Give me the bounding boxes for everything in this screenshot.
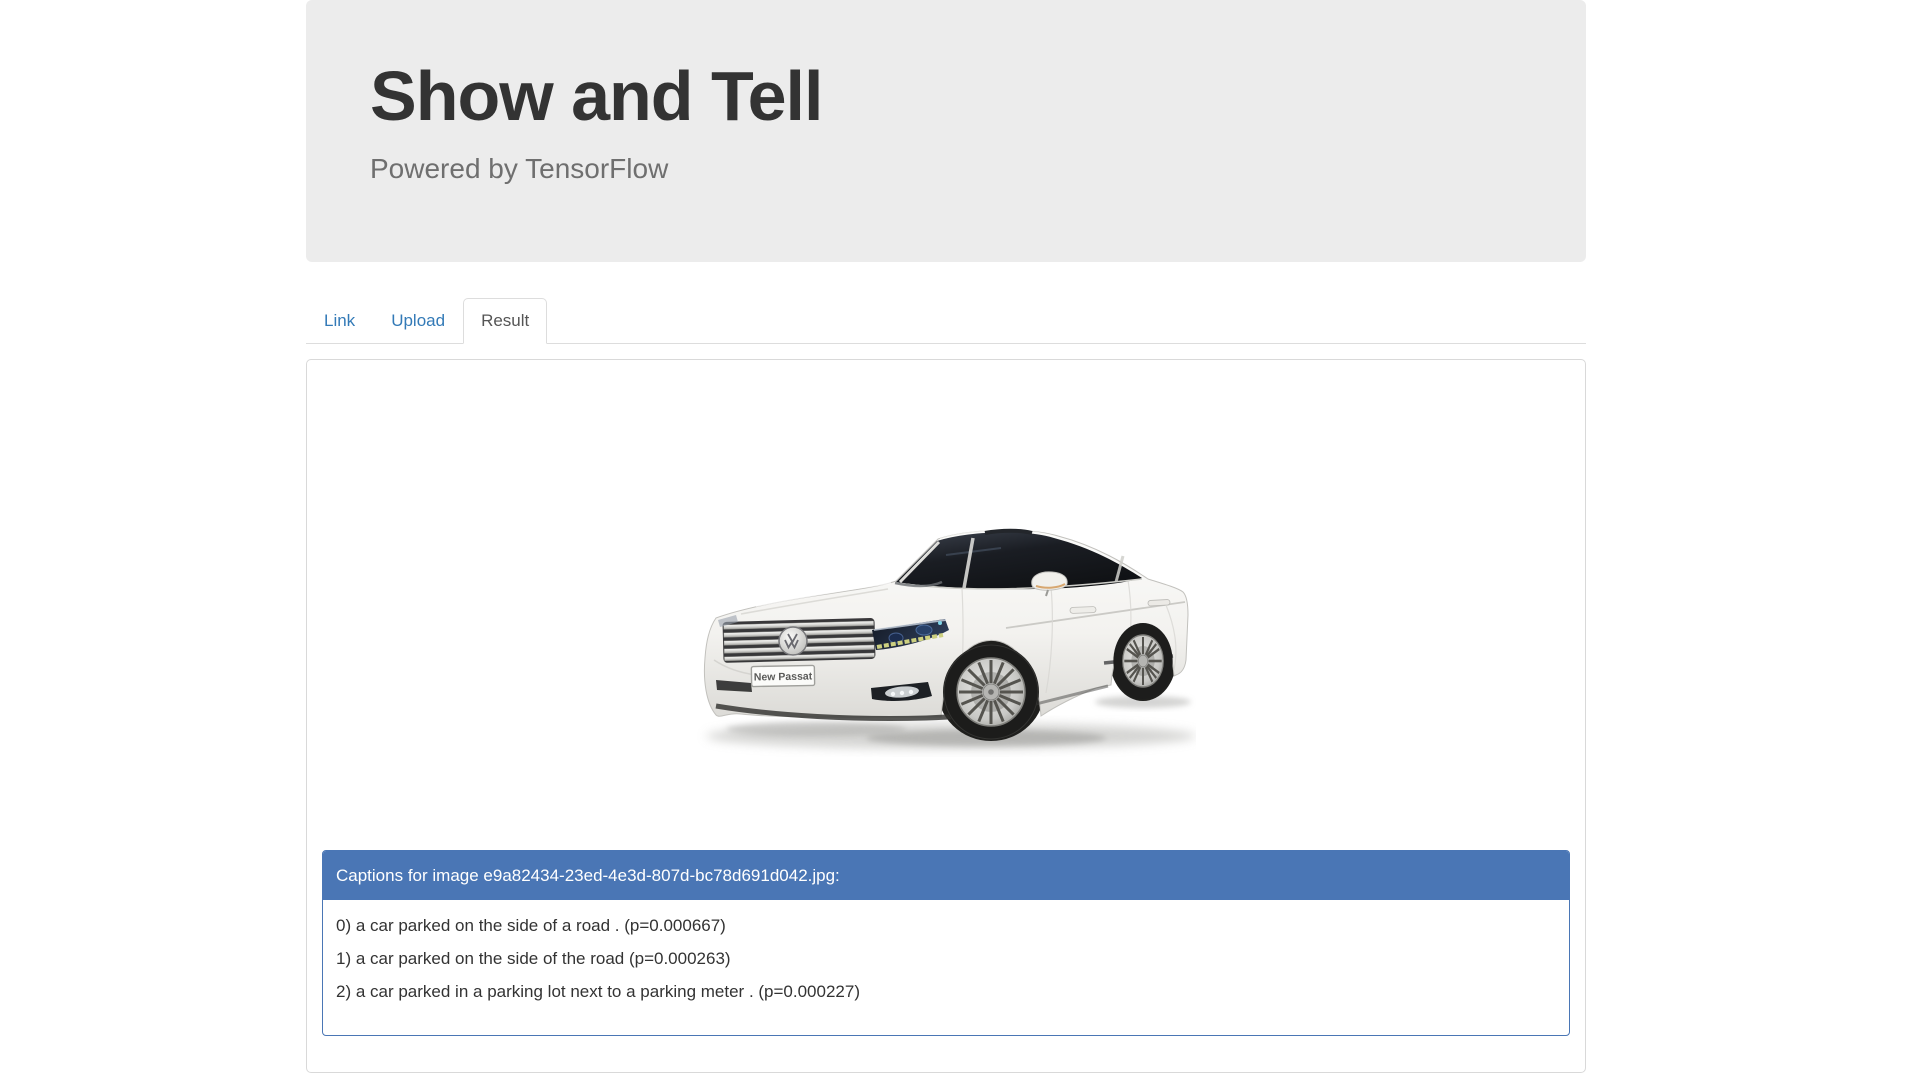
captions-panel: Captions for image e9a82434-23ed-4e3d-80… — [322, 850, 1570, 1036]
sunroof — [984, 528, 1033, 535]
license-plate: New Passat — [750, 664, 816, 688]
car-windows — [896, 532, 1142, 590]
main-container: Show and Tell Powered by TensorFlow Link… — [306, 0, 1586, 1073]
tab-result[interactable]: Result — [463, 298, 548, 344]
caption-item-0: 0) a car parked on the side of a road . … — [336, 916, 726, 935]
page: Show and Tell Powered by TensorFlow Link… — [0, 0, 1920, 1089]
tab-link-label[interactable]: Link — [306, 298, 373, 344]
rear-wheel — [1113, 623, 1173, 699]
tab-result-label[interactable]: Result — [463, 298, 548, 344]
door-handle-rear — [1147, 599, 1171, 607]
tab-link[interactable]: Link — [306, 298, 373, 344]
tab-upload-label[interactable]: Upload — [373, 298, 463, 344]
caption-item-1: 1) a car parked on the side of the road … — [336, 949, 731, 968]
captions-panel-body: 0) a car parked on the side of a road . … — [323, 900, 1569, 1035]
page-subtitle: Powered by TensorFlow — [370, 153, 669, 184]
jumbotron: Show and Tell Powered by TensorFlow — [306, 0, 1586, 262]
caption-item-2: 2) a car parked in a parking lot next to… — [336, 982, 860, 1001]
car-illustration: New Passat — [703, 528, 1196, 749]
tab-bar: Link Upload Result — [306, 298, 1586, 344]
tab-upload[interactable]: Upload — [373, 298, 463, 344]
vw-badge-icon — [778, 626, 808, 656]
result-image: New Passat — [696, 510, 1196, 760]
captions-panel-header: Captions for image e9a82434-23ed-4e3d-80… — [323, 851, 1569, 900]
front-wheel — [943, 644, 1039, 740]
result-panel: New Passat Captions for image e9a82434-2… — [306, 359, 1586, 1073]
license-plate-text: New Passat — [754, 670, 813, 683]
page-title: Show and Tell — [370, 57, 823, 135]
door-handle-front — [1069, 606, 1097, 614]
